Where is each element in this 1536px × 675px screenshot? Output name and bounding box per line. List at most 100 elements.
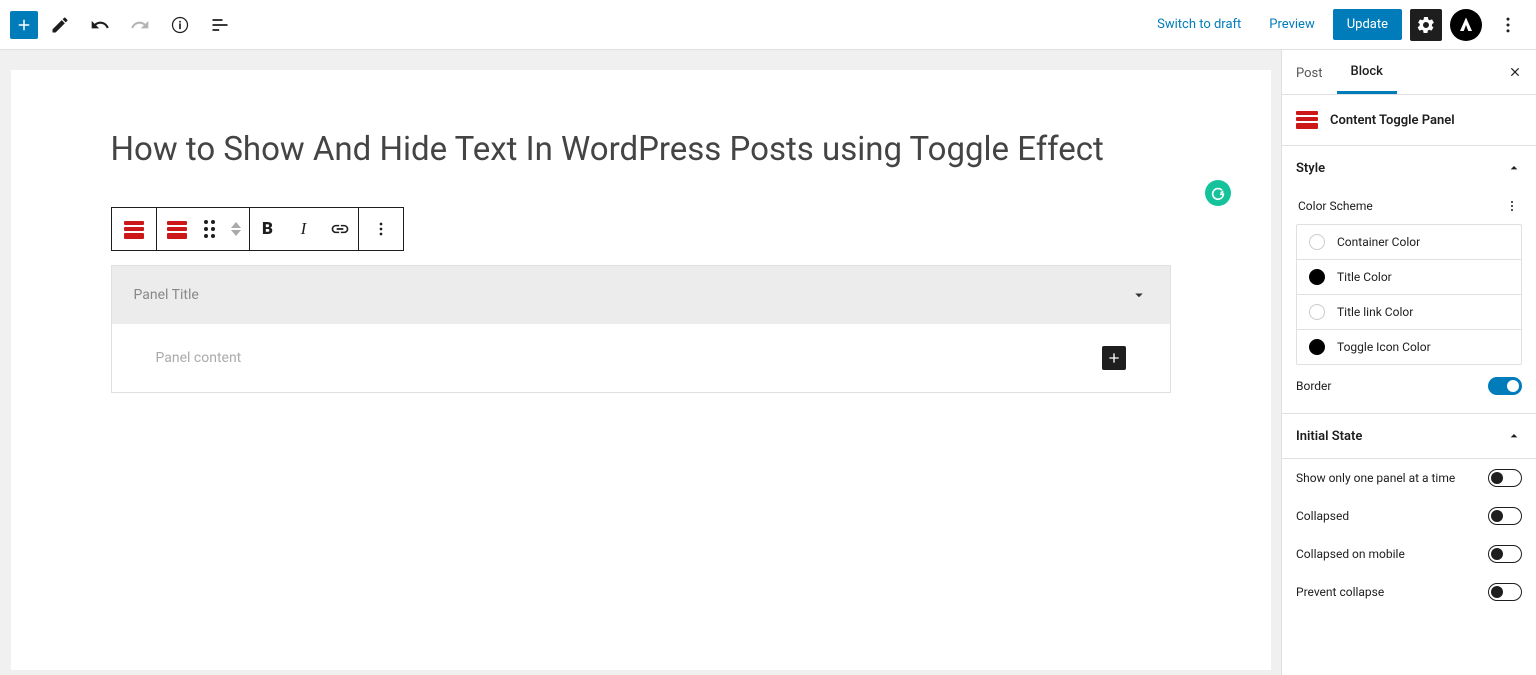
bold-button[interactable]: B (250, 208, 286, 250)
color-label: Toggle Icon Color (1337, 340, 1431, 354)
plus-icon (15, 16, 33, 34)
info-button[interactable] (162, 7, 198, 43)
pencil-icon (50, 15, 70, 35)
block-header: Content Toggle Panel (1282, 95, 1536, 146)
panel-content-input[interactable]: Panel content (156, 350, 242, 366)
block-name-label: Content Toggle Panel (1330, 113, 1455, 128)
post-title[interactable]: How to Show And Hide Text In WordPress P… (111, 130, 1171, 169)
switch-to-draft-button[interactable]: Switch to draft (1147, 11, 1251, 38)
collapsed-toggle[interactable] (1488, 507, 1522, 525)
color-label: Title Color (1337, 270, 1392, 284)
settings-sidebar: Post Block Content Toggle Panel Style Co… (1281, 50, 1536, 675)
up-down-icon (231, 222, 241, 236)
container-color-item[interactable]: Container Color (1297, 225, 1521, 260)
prevent-collapse-row: Prevent collapse (1282, 573, 1536, 611)
content-toggle-icon (167, 221, 187, 237)
block-type-button[interactable] (157, 208, 197, 250)
plus-icon (1106, 350, 1122, 366)
topbar-left (10, 7, 238, 43)
color-label: Title link Color (1337, 305, 1413, 319)
toggle-icon-color-item[interactable]: Toggle Icon Color (1297, 330, 1521, 364)
add-inner-block-button[interactable] (1102, 346, 1126, 370)
link-button[interactable] (322, 208, 358, 250)
prevent-collapse-label: Prevent collapse (1296, 585, 1384, 599)
update-button[interactable]: Update (1333, 9, 1402, 40)
post: How to Show And Hide Text In WordPress P… (11, 70, 1271, 670)
block-more-button[interactable] (359, 208, 403, 250)
editor-canvas: How to Show And Hide Text In WordPress P… (0, 50, 1281, 675)
gear-icon (1416, 15, 1436, 35)
title-color-item[interactable]: Title Color (1297, 260, 1521, 295)
color-swatch (1309, 234, 1325, 250)
redo-button[interactable] (122, 7, 158, 43)
initial-state-toggle[interactable]: Initial State (1282, 414, 1536, 458)
link-icon (330, 219, 350, 239)
color-swatch (1309, 304, 1325, 320)
panel-title-input[interactable]: Panel Title (134, 287, 199, 303)
kebab-icon (1498, 15, 1518, 35)
panel-header[interactable]: Panel Title (112, 266, 1170, 324)
list-icon (210, 15, 230, 35)
add-block-button[interactable] (10, 11, 38, 39)
collapsed-label: Collapsed (1296, 509, 1349, 523)
block-toolbar: B I (111, 207, 404, 251)
drag-icon (204, 220, 215, 238)
preview-button[interactable]: Preview (1259, 11, 1324, 38)
panel-body[interactable]: Panel content (112, 324, 1170, 392)
outline-button[interactable] (202, 7, 238, 43)
topbar-right: Switch to draft Preview Update (1147, 7, 1526, 43)
color-label: Container Color (1337, 235, 1420, 249)
tab-block[interactable]: Block (1337, 50, 1397, 94)
tab-post[interactable]: Post (1282, 52, 1337, 93)
parent-block-button[interactable] (112, 208, 156, 250)
more-options-button[interactable] (1490, 7, 1526, 43)
prevent-collapse-toggle[interactable] (1488, 583, 1522, 601)
edit-mode-button[interactable] (42, 7, 78, 43)
italic-icon: I (301, 219, 307, 239)
kebab-icon (371, 219, 391, 239)
color-scheme-label: Color Scheme (1298, 199, 1373, 213)
move-buttons[interactable] (223, 208, 249, 250)
drag-handle[interactable] (197, 208, 223, 250)
initial-state-panel: Initial State (1282, 414, 1536, 459)
single-panel-label: Show only one panel at a time (1296, 471, 1455, 485)
editor-topbar: Switch to draft Preview Update (0, 0, 1536, 50)
grammarly-badge[interactable] (1205, 180, 1231, 206)
content-toggle-icon (1296, 111, 1318, 129)
collapsed-mobile-row: Collapsed on mobile (1282, 535, 1536, 573)
collapsed-mobile-label: Collapsed on mobile (1296, 547, 1405, 561)
astra-icon (1457, 16, 1475, 34)
single-panel-row: Show only one panel at a time (1282, 459, 1536, 497)
chevron-up-icon (1506, 160, 1522, 176)
bold-icon: B (262, 219, 273, 239)
color-swatch (1309, 269, 1325, 285)
content-toggle-icon (124, 221, 144, 237)
grammarly-icon (1210, 185, 1226, 201)
undo-icon (90, 15, 110, 35)
chevron-down-icon[interactable] (1130, 286, 1148, 304)
astra-logo-button[interactable] (1450, 9, 1482, 41)
kebab-icon[interactable] (1504, 198, 1520, 214)
settings-button[interactable] (1410, 9, 1442, 41)
main-area: How to Show And Hide Text In WordPress P… (0, 50, 1536, 675)
border-toggle[interactable] (1488, 377, 1522, 395)
single-panel-toggle[interactable] (1488, 469, 1522, 487)
undo-button[interactable] (82, 7, 118, 43)
border-label: Border (1296, 379, 1331, 393)
style-panel: Style Color Scheme Container Color Title… (1282, 146, 1536, 414)
redo-icon (130, 15, 150, 35)
chevron-up-icon (1506, 428, 1522, 444)
collapsed-mobile-toggle[interactable] (1488, 545, 1522, 563)
collapsed-row: Collapsed (1282, 497, 1536, 535)
style-panel-toggle[interactable]: Style (1282, 146, 1536, 190)
color-swatch (1309, 339, 1325, 355)
close-sidebar-button[interactable] (1494, 65, 1536, 79)
content-toggle-panel-block[interactable]: Panel Title Panel content (111, 265, 1171, 393)
sidebar-tabs: Post Block (1282, 50, 1536, 95)
title-link-color-item[interactable]: Title link Color (1297, 295, 1521, 330)
italic-button[interactable]: I (286, 208, 322, 250)
initial-state-heading: Initial State (1296, 429, 1362, 444)
style-heading: Style (1296, 161, 1325, 176)
color-list: Container Color Title Color Title link C… (1296, 224, 1522, 365)
close-icon (1508, 65, 1522, 79)
